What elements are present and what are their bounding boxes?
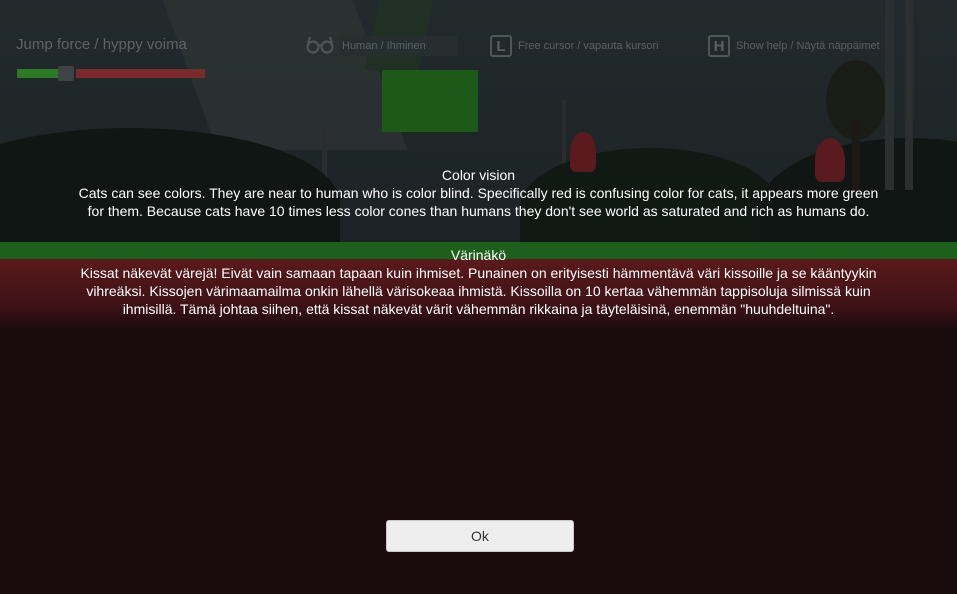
glasses-icon xyxy=(306,34,334,59)
h-key-icon: H xyxy=(708,35,730,57)
hint-free-cursor: L Free cursor / vapauta kursori xyxy=(490,33,659,59)
jump-force-handle[interactable] xyxy=(58,66,74,81)
tree-trunk xyxy=(885,0,894,190)
green-wall xyxy=(382,70,478,132)
dialog-body-fi-line: Kissat näkevät värejä! Eivät vain samaan… xyxy=(80,265,877,281)
dialog-body-en-line: for them. Because cats have 10 times les… xyxy=(87,203,870,219)
ok-button[interactable]: Ok xyxy=(386,520,574,552)
dialog-title-fi: Värinäkö xyxy=(450,247,507,263)
jump-force-track xyxy=(76,69,205,78)
hint-label: Show help / Näytä näppäimet xyxy=(736,40,880,52)
dialog-body-en-line: Cats can see colors. They are near to hu… xyxy=(78,185,879,201)
jump-force-label: Jump force / hyppy voima xyxy=(16,36,187,53)
dialog-body-fi-line: ihmisillä. Tämä johtaa siihen, että kiss… xyxy=(122,301,835,317)
hint-label: Human / Ihminen xyxy=(340,36,458,56)
dialog-title-en: Color vision xyxy=(441,167,516,183)
jump-force-fill xyxy=(17,69,62,78)
dialog-body-fi-line: vihreäksi. Kissojen värimaamailma onkin … xyxy=(86,283,871,299)
floor xyxy=(0,329,957,594)
hint-label: Free cursor / vapauta kursori xyxy=(518,40,659,52)
l-key-icon: L xyxy=(490,35,512,57)
hint-human-vision: Human / Ihminen xyxy=(306,33,458,59)
hint-show-help: H Show help / Näytä näppäimet xyxy=(708,33,880,59)
jump-force-slider[interactable] xyxy=(17,66,205,81)
tree-trunk xyxy=(905,0,913,190)
info-dialog: Color vision Cats can see colors. They a… xyxy=(20,166,937,318)
